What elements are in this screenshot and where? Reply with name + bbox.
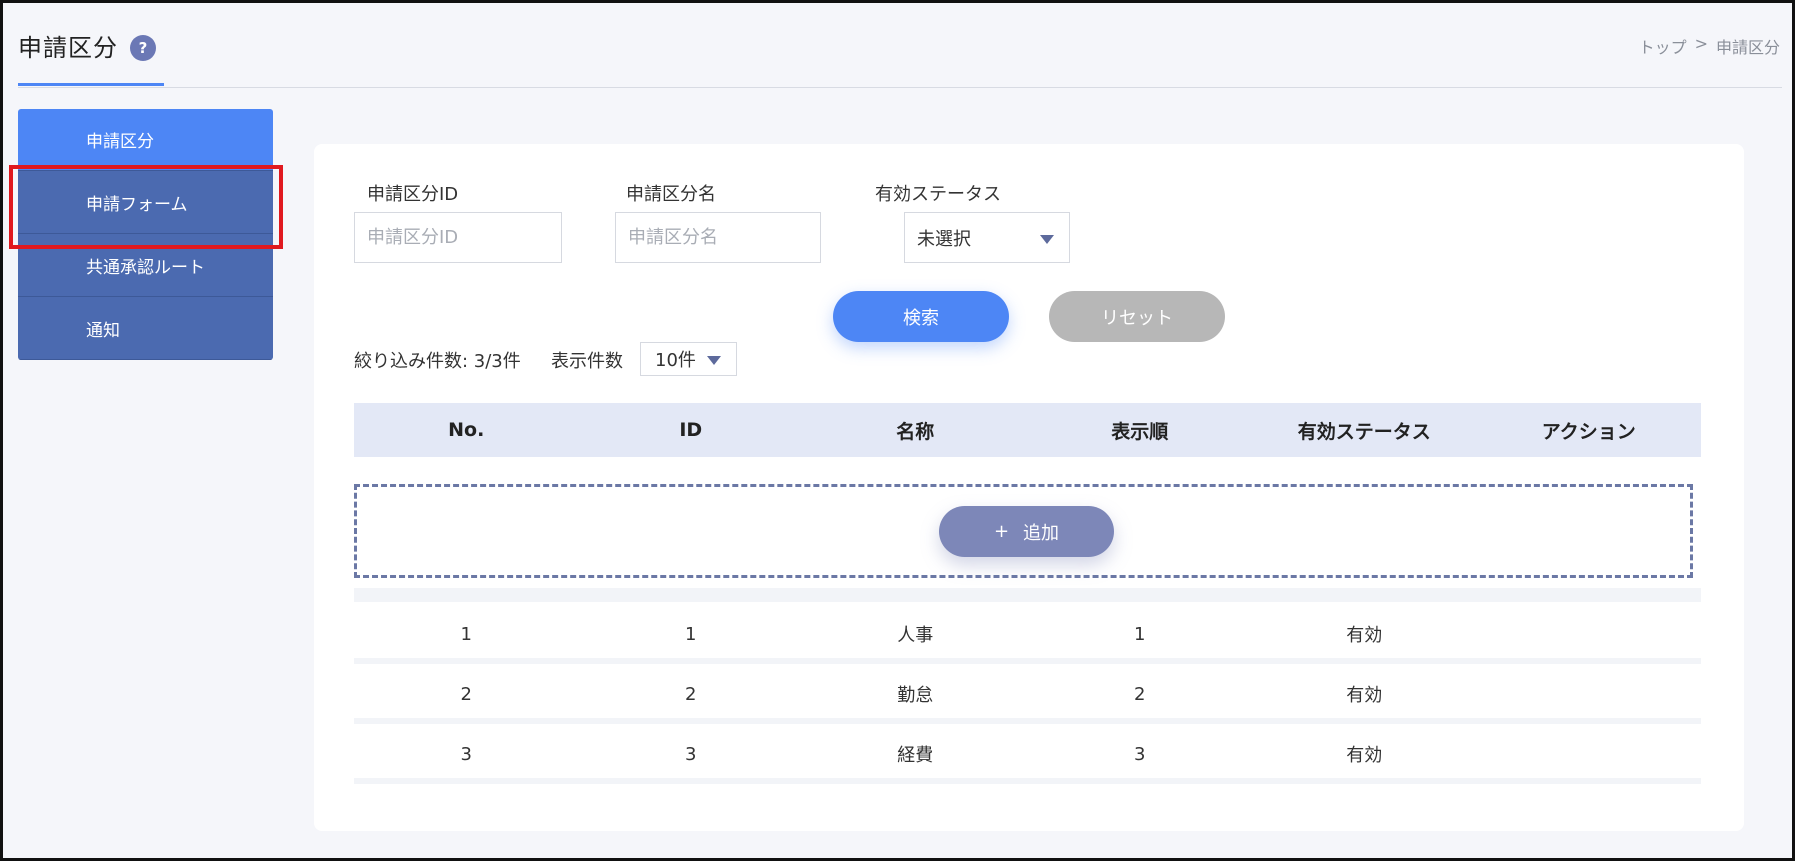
cell-action bbox=[1477, 610, 1702, 658]
table-row[interactable]: 1 1 人事 1 有効 bbox=[354, 610, 1701, 664]
cell-status: 有効 bbox=[1346, 685, 1383, 706]
cell-id: 3 bbox=[685, 743, 697, 765]
sidebar-item-application-form[interactable]: 申請フォーム bbox=[18, 171, 273, 234]
id-label: 申請区分ID bbox=[367, 184, 459, 205]
column-header-no: No. bbox=[448, 419, 485, 441]
column-header-name: 名称 bbox=[896, 420, 935, 443]
filter-count: 絞り込み件数: 3/3件 bbox=[354, 351, 521, 372]
title-bar: 申請区分 ? bbox=[18, 28, 156, 63]
plus-icon: + bbox=[993, 521, 1010, 542]
cell-status: 有効 bbox=[1346, 625, 1383, 646]
sidebar: 申請区分 申請フォーム 共通承認ルート 通知 bbox=[18, 109, 273, 360]
cell-no: 1 bbox=[460, 623, 472, 645]
help-icon[interactable]: ? bbox=[130, 34, 156, 61]
sidebar-item-common-approval-route[interactable]: 共通承認ルート bbox=[18, 234, 273, 297]
header-divider bbox=[18, 87, 1782, 88]
cell-status: 有効 bbox=[1346, 745, 1383, 766]
cell-no: 2 bbox=[460, 683, 472, 705]
cell-order: 3 bbox=[1134, 743, 1146, 765]
cell-name: 人事 bbox=[897, 625, 934, 646]
status-select-value: 未選択 bbox=[917, 228, 971, 250]
cell-action bbox=[1477, 670, 1702, 718]
chevron-down-icon bbox=[707, 356, 721, 365]
cell-id: 1 bbox=[685, 623, 697, 645]
cell-action bbox=[1477, 730, 1702, 778]
sidebar-item-application-category[interactable]: 申請区分 bbox=[18, 109, 273, 171]
table-row[interactable]: 3 3 経費 3 有効 bbox=[354, 730, 1701, 784]
per-page-select[interactable]: 10件 bbox=[640, 342, 737, 376]
per-page-label: 表示件数 bbox=[551, 351, 623, 372]
main-panel: 申請区分ID 申請区分名 有効ステータス 未選択 検索 リセット 絞り込み件数:… bbox=[314, 144, 1744, 831]
chevron-down-icon bbox=[1040, 235, 1054, 244]
cell-name: 経費 bbox=[897, 745, 934, 766]
per-page-value: 10件 bbox=[655, 350, 696, 371]
table-row[interactable]: 2 2 勤怠 2 有効 bbox=[354, 670, 1701, 724]
id-search-input[interactable] bbox=[354, 212, 562, 263]
status-select[interactable]: 未選択 bbox=[904, 212, 1070, 263]
breadcrumb: トップ > 申請区分 bbox=[1639, 34, 1780, 58]
cell-name: 勤怠 bbox=[897, 685, 934, 706]
name-label: 申請区分名 bbox=[626, 184, 716, 205]
status-label: 有効ステータス bbox=[875, 184, 1001, 205]
column-header-order: 表示順 bbox=[1111, 420, 1169, 443]
cell-id: 2 bbox=[685, 683, 697, 705]
breadcrumb-top[interactable]: トップ bbox=[1639, 34, 1687, 58]
title-underline bbox=[18, 83, 164, 86]
add-row-zone: + 追加 bbox=[354, 484, 1693, 578]
breadcrumb-separator: > bbox=[1694, 34, 1708, 53]
reset-button[interactable]: リセット bbox=[1049, 291, 1225, 342]
add-button-label: 追加 bbox=[1023, 522, 1060, 544]
column-header-action: アクション bbox=[1541, 420, 1636, 443]
column-header-id: ID bbox=[679, 419, 703, 441]
column-header-status: 有効ステータス bbox=[1297, 420, 1431, 443]
cell-no: 3 bbox=[460, 743, 472, 765]
breadcrumb-current: 申請区分 bbox=[1715, 38, 1780, 57]
add-button[interactable]: + 追加 bbox=[939, 506, 1114, 557]
page-title: 申請区分 bbox=[18, 34, 118, 62]
cell-order: 1 bbox=[1134, 623, 1146, 645]
search-button[interactable]: 検索 bbox=[833, 291, 1009, 342]
sidebar-item-notification[interactable]: 通知 bbox=[18, 297, 273, 360]
cell-order: 2 bbox=[1134, 683, 1146, 705]
table-header: No. ID 名称 表示順 有効ステータス アクション bbox=[354, 403, 1701, 457]
table-separator bbox=[354, 588, 1701, 602]
name-search-input[interactable] bbox=[615, 212, 821, 263]
